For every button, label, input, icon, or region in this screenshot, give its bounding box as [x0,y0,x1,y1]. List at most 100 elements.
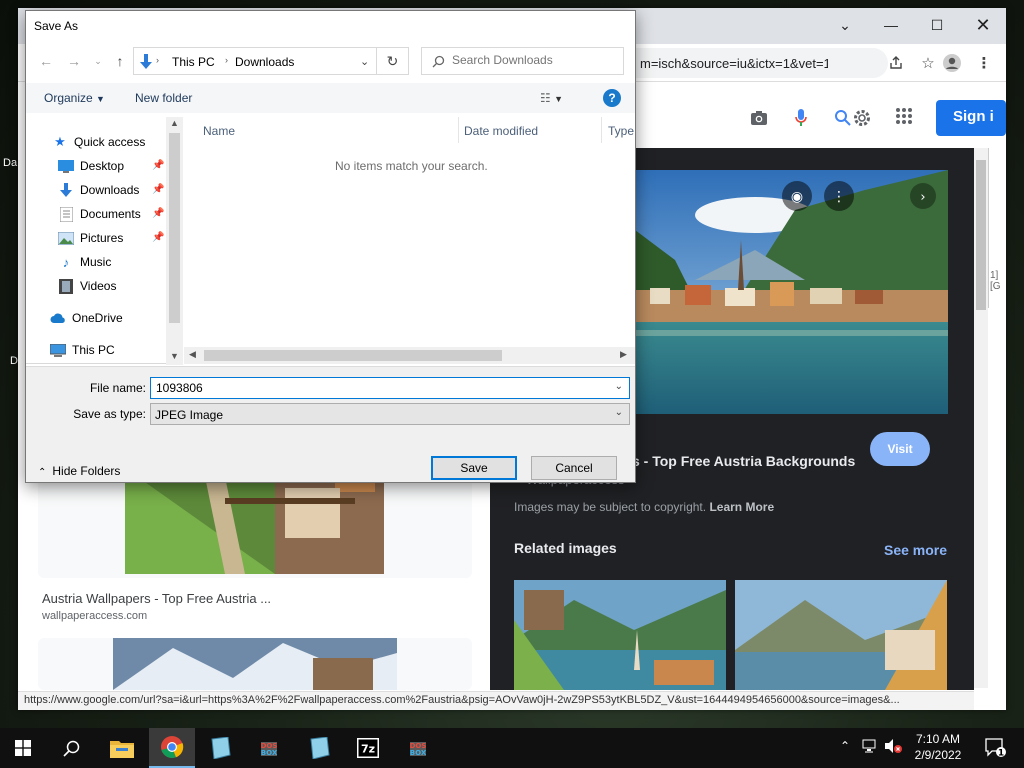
tab-search-icon[interactable]: ⌄ [822,8,868,42]
taskbar-app-notepad[interactable] [197,728,243,768]
visit-button[interactable]: Visit [870,432,930,466]
see-more-link[interactable]: See more [884,542,947,558]
minimize-button[interactable]: — [868,8,914,42]
nav-music[interactable]: ♪ Music [58,251,112,273]
learn-more-link[interactable]: Learn More [709,500,774,514]
hide-folders-toggle[interactable]: ⌃ Hide Folders [38,464,120,478]
help-icon[interactable]: ? [603,89,621,107]
scroll-left-icon[interactable]: ◀ [189,349,196,360]
file-name-label: File name: [89,381,146,395]
recent-locations-icon[interactable]: ⌄ [88,51,108,71]
address-bar-url: m=isch&source=iu&ictx=1&vet=1... [640,56,828,71]
chevron-down-icon[interactable]: ⌄ [615,381,623,392]
nav-quick-access[interactable]: ★ Quick access [52,131,145,153]
nav-videos[interactable]: Videos [58,275,116,297]
share-icon[interactable] [884,51,908,75]
network-icon[interactable] [862,738,878,757]
save-type-select[interactable]: JPEG Image ⌄ [150,403,630,425]
forward-arrow-icon[interactable]: → [64,51,84,71]
refresh-icon[interactable]: ↻ [377,47,409,75]
volume-muted-icon[interactable] [884,738,902,757]
camera-search-icon[interactable] [747,106,771,130]
column-header-type[interactable]: Type [608,124,634,138]
sign-in-button[interactable]: Sign i [936,100,1006,136]
search-box[interactable] [421,47,624,75]
notepad-icon [211,737,231,759]
scrollbar-thumb[interactable] [976,160,986,310]
organize-button[interactable]: Organize ▼ [44,91,105,105]
scroll-up-icon[interactable]: ▲ [170,118,179,128]
column-separator[interactable] [601,117,602,143]
settings-gear-icon[interactable] [850,106,874,130]
close-button[interactable]: ✕ [960,8,1006,42]
desktop-icon-label: Da [3,157,18,169]
clock-time: 7:10 AM [915,732,961,746]
breadcrumb-this-pc[interactable]: This PC [172,55,215,69]
taskbar-app-7zip[interactable]: 7z [345,728,391,768]
search-input[interactable] [452,53,617,67]
show-hidden-icons-chevron-icon[interactable]: ⌃ [840,739,850,753]
dialog-title: Save As [34,19,79,33]
back-arrow-icon[interactable]: ← [36,51,56,71]
preview-image[interactable]: ◉ ⋮ › [635,170,948,414]
nav-label: OneDrive [72,311,123,325]
save-button[interactable]: Save [431,456,517,480]
profile-avatar-icon[interactable] [940,51,964,75]
scroll-right-icon[interactable]: ▶ [620,349,627,360]
taskbar-search-button[interactable] [48,728,94,768]
column-header-date-modified[interactable]: Date modified [464,124,538,138]
file-name-input[interactable] [156,381,596,395]
cancel-button[interactable]: Cancel [531,456,617,480]
nav-downloads[interactable]: Downloads [58,179,139,201]
voice-search-icon[interactable] [789,106,813,130]
nav-documents[interactable]: Documents [58,203,141,225]
hscrollbar-thumb[interactable] [204,350,502,361]
view-options-icon[interactable]: ☷ ▼ [540,91,563,105]
bookmark-star-icon[interactable]: ☆ [916,51,940,75]
system-clock[interactable]: 7:10 AM 2/9/2022 [902,731,974,763]
up-arrow-icon[interactable]: ↑ [110,51,130,71]
scroll-down-icon[interactable]: ▼ [170,351,179,361]
chrome-logo-icon [161,736,184,759]
preview-title[interactable]: s - Top Free Austria Backgrounds [632,453,855,469]
nav-scrollbar-thumb[interactable] [169,133,180,323]
file-name-field[interactable]: ⌄ [150,377,630,399]
nav-label: Pictures [80,231,124,245]
taskbar-app-notepad-2[interactable] [296,728,342,768]
pin-icon: 📌 [152,160,165,171]
chevron-down-icon[interactable]: ⌄ [615,407,623,418]
start-button[interactable] [0,728,46,768]
windows-logo-icon [15,740,31,756]
nav-onedrive[interactable]: OneDrive [50,307,123,329]
nav-pictures[interactable]: Pictures [58,227,123,249]
address-breadcrumb[interactable]: › This PC › Downloads ⌄ [133,47,377,75]
nav-scrollbar[interactable]: ▲ ▼ [166,117,183,365]
nav-this-pc[interactable]: This PC [50,339,115,361]
result-title[interactable]: Austria Wallpapers - Top Free Austria ..… [42,591,271,606]
star-icon: ★ [54,134,66,149]
related-image[interactable] [735,580,947,690]
page-scrollbar[interactable] [974,148,988,688]
clock-date: 2/9/2022 [914,748,962,762]
column-header-name[interactable]: Name [203,124,235,138]
taskbar-app-dosbox-2[interactable]: DOS BOX [395,728,441,768]
taskbar-file-explorer[interactable] [99,728,145,768]
breadcrumb-downloads[interactable]: Downloads [235,55,294,69]
chevron-down-icon[interactable]: ⌄ [360,55,369,68]
videos-icon [58,278,74,294]
nav-label: This PC [72,343,115,357]
file-pane-hscrollbar[interactable]: ◀ ▶ [184,347,635,364]
notification-center-icon[interactable]: 1 [984,736,1006,761]
taskbar-chrome[interactable] [149,728,195,768]
save-options-area: File name: ⌄ Save as type: JPEG Image ⌄ … [26,366,635,482]
nav-desktop[interactable]: Desktop [58,155,124,177]
menu-kebab-icon[interactable]: ⋮ [972,51,996,75]
column-separator[interactable] [458,117,459,143]
taskbar-app-dosbox[interactable]: DOS BOX [246,728,292,768]
computer-icon [50,342,66,358]
result-card[interactable] [38,638,472,690]
apps-grid-icon[interactable] [892,104,916,128]
maximize-button[interactable]: ☐ [914,8,960,42]
related-image[interactable] [514,580,726,690]
new-folder-button[interactable]: New folder [135,91,192,105]
